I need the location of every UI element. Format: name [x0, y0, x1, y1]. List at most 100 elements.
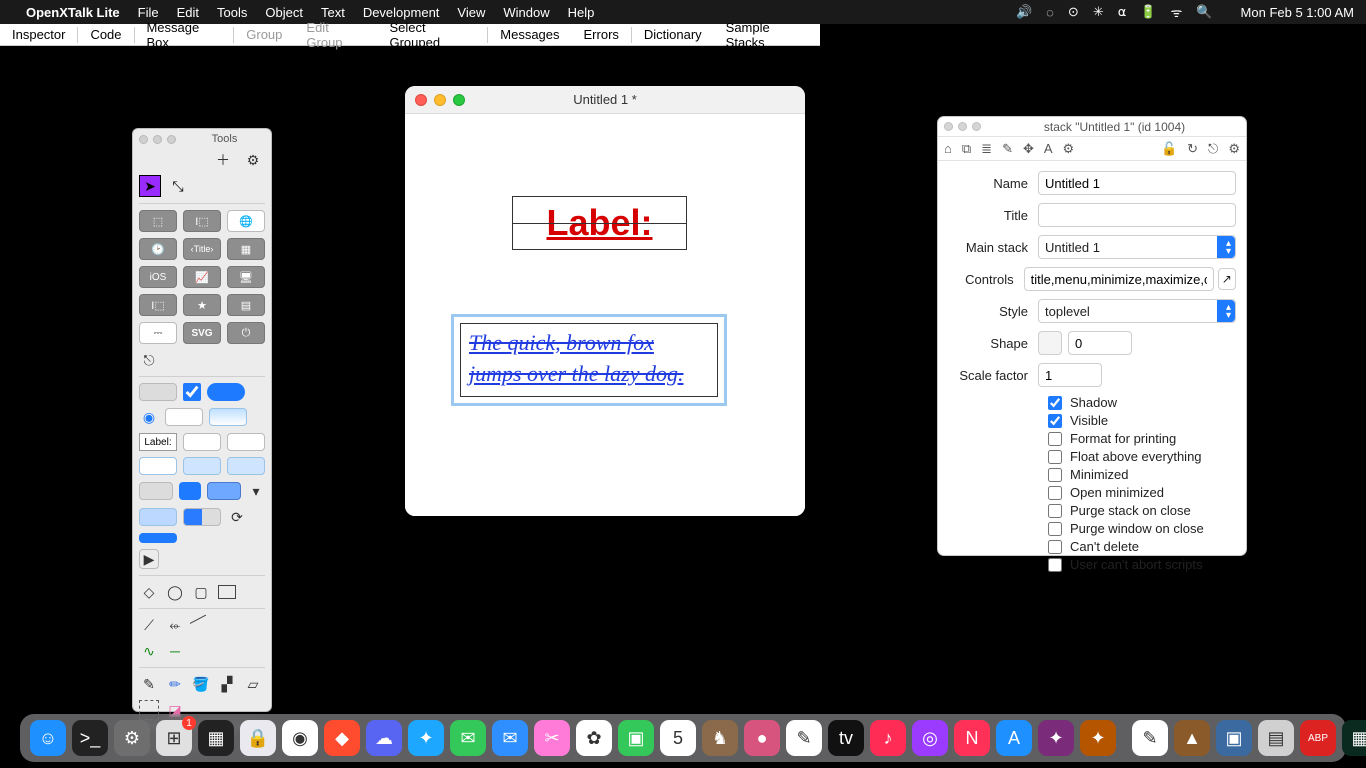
- dock-app3[interactable]: ▣: [1216, 720, 1252, 756]
- toolbar-select-grouped[interactable]: Select Grouped: [377, 20, 487, 50]
- dock-abp[interactable]: ABP: [1300, 720, 1336, 756]
- menu-development[interactable]: Development: [363, 5, 440, 20]
- tools-titlebar[interactable]: Tools: [133, 129, 271, 149]
- freehand-tool[interactable]: ⬰: [165, 615, 185, 635]
- dock-messages[interactable]: ✉: [450, 720, 486, 756]
- ctrl-table[interactable]: [139, 457, 177, 475]
- dock-chrome[interactable]: ◉: [282, 720, 318, 756]
- spray-icon[interactable]: ▞: [217, 674, 237, 694]
- style-select[interactable]: toplevel▴▾: [1038, 299, 1236, 323]
- menu-text[interactable]: Text: [321, 5, 345, 20]
- menu-help[interactable]: Help: [568, 5, 595, 20]
- stack-titlebar[interactable]: Untitled 1 *: [405, 86, 805, 114]
- dock-notes[interactable]: ✎: [786, 720, 822, 756]
- dock-discord[interactable]: ☁: [366, 720, 402, 756]
- widget-ios[interactable]: iOS: [139, 266, 177, 288]
- label-object[interactable]: Label:: [512, 196, 687, 250]
- poly-tool[interactable]: ⟋: [139, 615, 159, 635]
- tab-text-icon[interactable]: A: [1044, 141, 1053, 156]
- check-open-minimized[interactable]: [1048, 486, 1062, 500]
- widget-monitor[interactable]: 🖥: [227, 266, 265, 288]
- toolbar-inspector[interactable]: Inspector: [0, 27, 77, 42]
- tools-settings-icon[interactable]: ⚙: [243, 150, 263, 170]
- menu-file[interactable]: File: [138, 5, 159, 20]
- widget-switch[interactable]: ⏻: [227, 322, 265, 344]
- inspector-titlebar[interactable]: stack "Untitled 1" (id 1004): [938, 117, 1246, 137]
- check-can-t-delete[interactable]: [1048, 540, 1062, 554]
- pen-tool[interactable]: ─: [165, 641, 185, 661]
- ctrl-checkbox[interactable]: [183, 383, 201, 401]
- ctrl-popup[interactable]: [139, 482, 173, 500]
- dock-facetime[interactable]: ▣: [618, 720, 654, 756]
- play-icon[interactable]: ⊙: [1068, 4, 1079, 20]
- ctrl-list[interactable]: [183, 457, 221, 475]
- dock-tv[interactable]: tv: [828, 720, 864, 756]
- ctrl-option[interactable]: [207, 482, 241, 500]
- widget-globe[interactable]: 🌐: [227, 210, 265, 232]
- wifi-icon[interactable]: ᯤ: [1170, 3, 1182, 21]
- dock-keychain[interactable]: 🔒: [240, 720, 276, 756]
- battery-icon[interactable]: 🔋: [1140, 4, 1156, 20]
- stack-canvas[interactable]: Label: The quick, brown fox jumps over t…: [405, 114, 805, 516]
- ctrl-button-std[interactable]: [139, 383, 177, 401]
- tab-advanced-icon[interactable]: ⚙: [1063, 141, 1075, 157]
- line-tool[interactable]: [191, 615, 211, 635]
- widget-native[interactable]: I⬚: [183, 210, 221, 232]
- tab-list-icon[interactable]: ≣: [981, 141, 992, 157]
- ctrl-progress[interactable]: [139, 508, 177, 526]
- text-field-selected[interactable]: The quick, brown fox jumps over the lazy…: [451, 314, 727, 406]
- widget-stars[interactable]: ★: [183, 294, 221, 316]
- ctrl-slider[interactable]: [183, 508, 221, 526]
- ctrl-stepper[interactable]: ⟳: [227, 507, 247, 527]
- ctrl-button-default[interactable]: [207, 383, 245, 401]
- spotlight-icon[interactable]: 🔍: [1196, 4, 1212, 20]
- dock-shortcut[interactable]: ✂: [534, 720, 570, 756]
- controls-field[interactable]: [1024, 267, 1214, 291]
- menu-view[interactable]: View: [457, 5, 485, 20]
- ctrl-combo[interactable]: [179, 482, 201, 500]
- minimize-icon[interactable]: [434, 94, 446, 106]
- widget-html5[interactable]: ▦: [227, 238, 265, 260]
- widget-tree[interactable]: ⎋: [139, 350, 159, 370]
- widget-seg[interactable]: ▤: [227, 294, 265, 316]
- tab-home-icon[interactable]: ⌂: [944, 141, 952, 156]
- pointer-tool[interactable]: ➤: [139, 175, 161, 197]
- toolbar-dictionary[interactable]: Dictionary: [632, 27, 714, 42]
- check-shadow[interactable]: [1048, 396, 1062, 410]
- dock-podcast[interactable]: ◎: [912, 720, 948, 756]
- tab-duplicate-icon[interactable]: ⧉: [962, 141, 971, 157]
- widget-node[interactable]: ⎓: [139, 322, 177, 344]
- ctrl-datagrid[interactable]: [227, 457, 265, 475]
- ctrl-player[interactable]: ▶: [139, 549, 159, 569]
- dock-photos[interactable]: ✿: [576, 720, 612, 756]
- gradient-icon[interactable]: ▱: [243, 674, 263, 694]
- tab-link-icon[interactable]: ⎋: [1208, 141, 1218, 157]
- check-float-above-everything[interactable]: [1048, 450, 1062, 464]
- widget-graph[interactable]: 📈: [183, 266, 221, 288]
- zoom-icon[interactable]: [453, 94, 465, 106]
- toolbar-errors[interactable]: Errors: [572, 27, 631, 42]
- dock-textedit[interactable]: ✎: [1132, 720, 1168, 756]
- ctrl-radio[interactable]: ◉: [139, 407, 159, 427]
- dock-appstore[interactable]: A: [996, 720, 1032, 756]
- menu-window[interactable]: Window: [503, 5, 549, 20]
- name-field[interactable]: [1038, 171, 1236, 195]
- toolbar-code[interactable]: Code: [78, 27, 133, 42]
- ctrl-scrollbar[interactable]: [139, 533, 177, 543]
- widget-svg[interactable]: SVG: [183, 322, 221, 344]
- ctrl-field[interactable]: [165, 408, 203, 426]
- shape-circle[interactable]: ◯: [165, 582, 185, 602]
- scale-field[interactable]: [1038, 363, 1102, 387]
- dock-mail[interactable]: ✉: [492, 720, 528, 756]
- tab-edit-icon[interactable]: ✎: [1002, 141, 1013, 157]
- dock-brave[interactable]: ◆: [324, 720, 360, 756]
- check-purge-stack-on-close[interactable]: [1048, 504, 1062, 518]
- stack-window[interactable]: Untitled 1 * Label: The quick, brown fox…: [405, 86, 805, 516]
- dock-launchpad[interactable]: ⊞: [156, 720, 192, 756]
- shape-field[interactable]: [1068, 331, 1132, 355]
- dock-chess[interactable]: ♞: [702, 720, 738, 756]
- check-format-for-printing[interactable]: [1048, 432, 1062, 446]
- check-purge-window-on-close[interactable]: [1048, 522, 1062, 536]
- title-field[interactable]: [1038, 203, 1236, 227]
- widget-title[interactable]: ‹Title›: [183, 238, 221, 260]
